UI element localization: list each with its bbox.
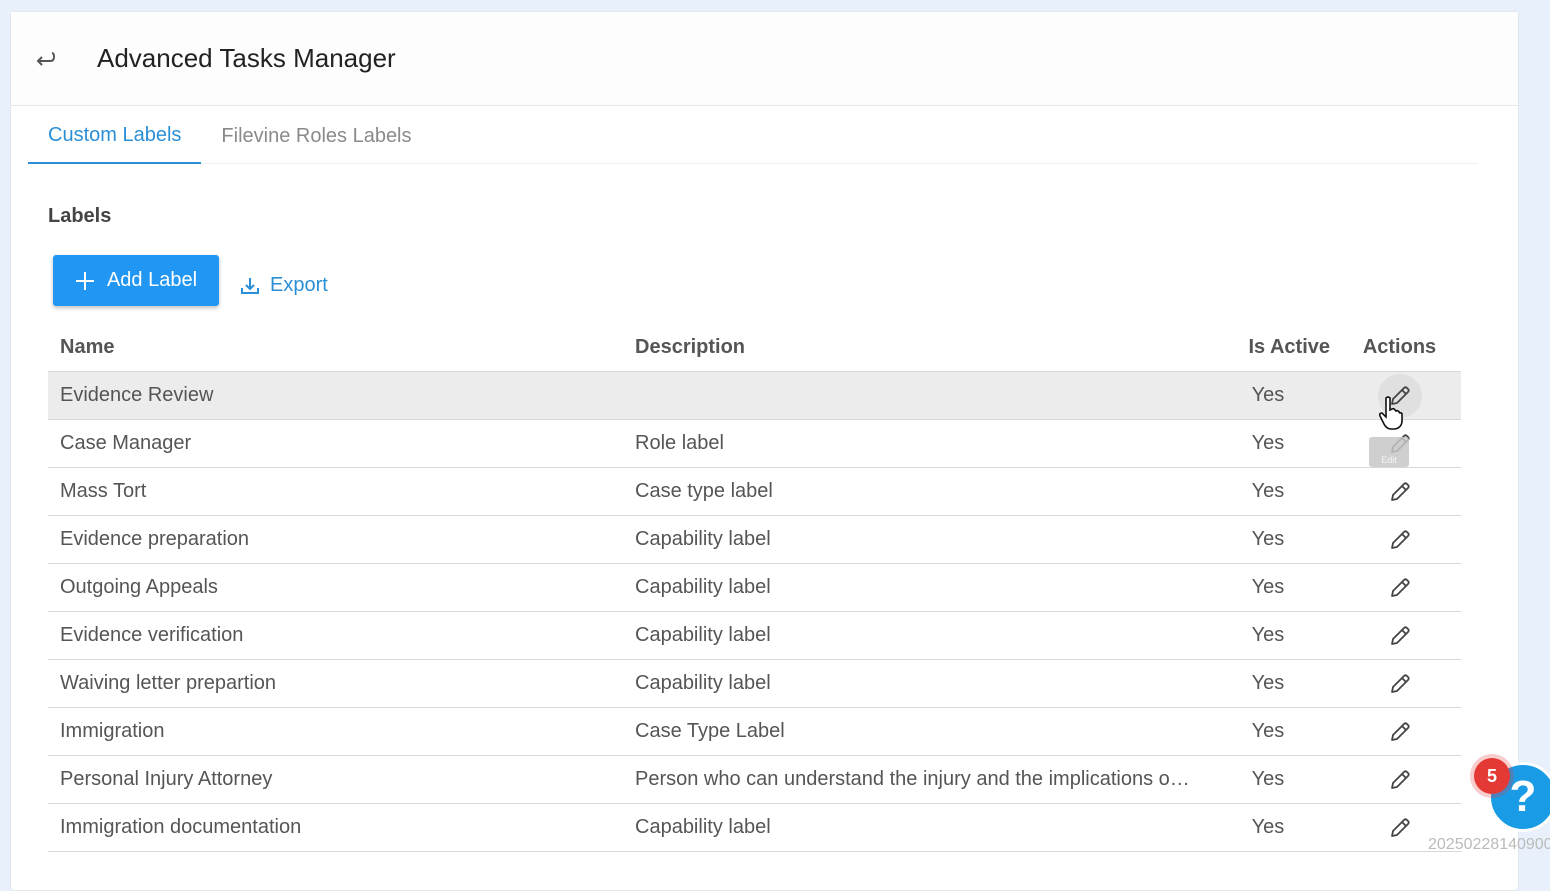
cell-is-active: Yes [1251,672,1285,694]
add-label-button[interactable]: Add Label [53,255,219,306]
export-button[interactable]: Export [240,274,328,297]
cell-name: Mass Tort [60,480,147,502]
cell-actions [1338,470,1461,514]
edit-button[interactable] [1378,758,1422,802]
build-id: 20250228140900 [1428,836,1550,853]
table-row[interactable]: Personal Injury Attorney Person who can u… [48,756,1461,804]
cell-description: Capability label [635,672,771,694]
cell-is-active: Yes [1251,384,1285,406]
cell-description: Person who can understand the injury and… [635,768,1191,790]
cell-description: Capability label [635,624,771,646]
table-row[interactable]: Outgoing Appeals Capability label Yes [48,564,1461,612]
edit-button[interactable] [1378,806,1422,850]
cell-description: Capability label [635,816,771,838]
edit-button[interactable] [1378,662,1422,706]
edit-button[interactable] [1378,710,1422,754]
cell-description: Role label [635,432,724,454]
edit-button[interactable] [1378,614,1422,658]
cell-actions [1338,614,1461,658]
hand-cursor-icon [1378,396,1403,430]
section-title: Labels [48,205,112,227]
column-actions: Actions [1362,336,1437,358]
add-label-text: Add Label [106,269,198,291]
pencil-icon [1390,769,1410,789]
labels-table: Name Description Is Active Actions Evide… [48,324,1461,852]
download-icon [241,277,259,294]
pencil-icon [1390,625,1410,645]
table-body: Evidence Review Yes Case Manager Role label… [48,372,1461,852]
column-name[interactable]: Name [48,336,623,359]
pencil-icon [1390,721,1410,741]
cell-actions [1338,662,1461,706]
cell-description: Capability label [635,576,771,598]
pencil-icon [1390,577,1410,597]
notification-badge: 5 [1474,758,1510,794]
cell-actions [1338,758,1461,802]
tab-filevine-roles-labels[interactable]: Filevine Roles Labels [201,108,431,164]
table-header: Name Description Is Active Actions [48,324,1461,372]
edit-button[interactable] [1378,518,1422,562]
cell-is-active: Yes [1251,576,1285,598]
cell-name: Personal Injury Attorney [60,768,273,790]
cell-name: Case Manager [60,432,192,454]
cell-actions [1338,566,1461,610]
table-row[interactable]: Case Manager Role label Yes [48,420,1461,468]
cell-is-active: Yes [1251,528,1285,550]
table-row[interactable]: Evidence Review Yes [48,372,1461,420]
cell-actions [1338,518,1461,562]
pencil-icon [1390,673,1410,693]
tooltip-text: Edit [1381,455,1397,465]
cell-description: Case type label [635,480,773,502]
table-row[interactable]: Evidence verification Capability label Yes [48,612,1461,660]
edit-button[interactable] [1378,566,1422,610]
page-title: Advanced Tasks Manager [97,43,396,73]
table-row[interactable]: Immigration Case Type Label Yes [48,708,1461,756]
pencil-icon [1390,481,1410,501]
pencil-icon [1390,529,1410,549]
table-row[interactable]: Waiving letter prepartion Capability labe… [48,660,1461,708]
cell-name: Evidence preparation [60,528,250,550]
pencil-icon [1390,817,1410,837]
back-arrow-icon [36,51,56,66]
cell-name: Waiving letter prepartion [60,672,277,694]
cell-description: Capability label [635,528,771,550]
tab-custom-labels[interactable]: Custom Labels [28,108,202,164]
column-is-active[interactable]: Is Active [1198,336,1338,359]
edit-tooltip: Edit [1369,437,1409,467]
cell-is-active: Yes [1251,720,1285,742]
cell-is-active: Yes [1251,624,1285,646]
plus-icon [75,271,94,290]
cell-name: Immigration [60,720,165,742]
page-header: Advanced Tasks Manager [11,12,1518,106]
cell-description: Case Type Label [635,720,785,742]
cell-is-active: Yes [1251,816,1285,838]
cell-actions [1338,710,1461,754]
cell-name: Evidence verification [60,624,244,646]
table-row[interactable]: Immigration documentation Capability labe… [48,804,1461,852]
cell-is-active: Yes [1251,768,1285,790]
column-description[interactable]: Description [623,336,1198,359]
cell-is-active: Yes [1251,480,1285,502]
cell-name: Evidence Review [60,384,214,406]
cell-name: Outgoing Appeals [60,576,218,598]
edit-button[interactable] [1378,470,1422,514]
table-row[interactable]: Evidence preparation Capability label Yes [48,516,1461,564]
table-row[interactable]: Mass Tort Case type label Yes [48,468,1461,516]
tab-bar: Custom Labels Filevine Roles Labels [28,108,1478,164]
back-button[interactable] [25,39,65,79]
cell-is-active: Yes [1251,432,1285,454]
export-text: Export [270,274,328,296]
cell-name: Immigration documentation [60,816,302,838]
